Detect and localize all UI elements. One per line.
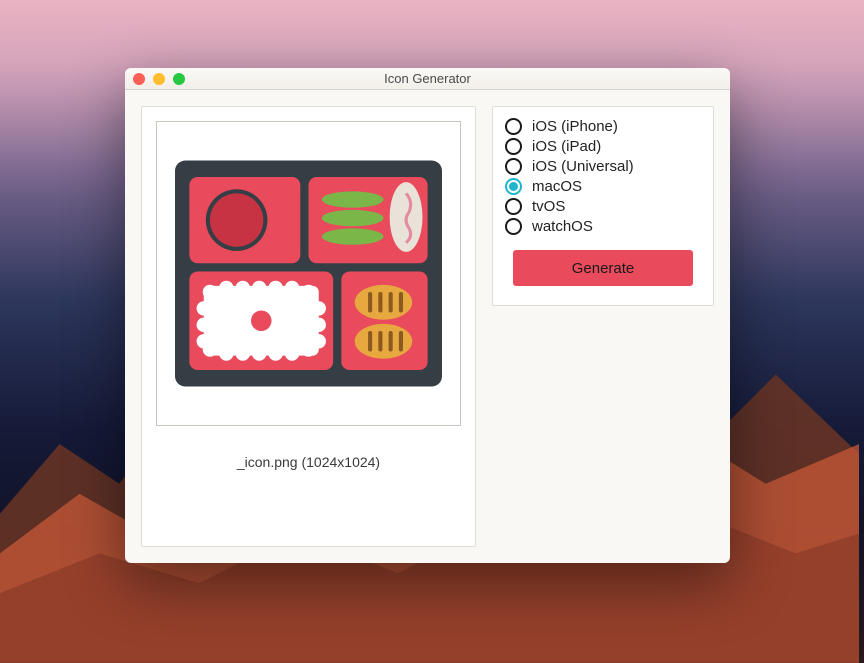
radio-button-icon bbox=[505, 158, 522, 175]
radio-button-icon bbox=[505, 218, 522, 235]
window-content: _icon.png (1024x1024) iOS (iPhone)iOS (i… bbox=[125, 90, 730, 563]
platform-radio-item[interactable]: macOS bbox=[505, 177, 701, 196]
bento-box-icon bbox=[175, 140, 442, 407]
radio-button-icon bbox=[505, 118, 522, 135]
zoom-button[interactable] bbox=[173, 73, 185, 85]
platform-radio-label: macOS bbox=[532, 178, 582, 195]
icon-preview-frame[interactable] bbox=[156, 121, 461, 426]
platform-radio-label: tvOS bbox=[532, 198, 565, 215]
platform-radio-item[interactable]: iOS (iPad) bbox=[505, 137, 701, 156]
generate-button[interactable]: Generate bbox=[513, 250, 693, 286]
minimize-button[interactable] bbox=[153, 73, 165, 85]
app-window: Icon Generator bbox=[125, 68, 730, 563]
window-controls bbox=[133, 73, 185, 85]
radio-button-icon bbox=[505, 198, 522, 215]
radio-button-icon bbox=[505, 138, 522, 155]
close-button[interactable] bbox=[133, 73, 145, 85]
platform-radio-item[interactable]: iOS (iPhone) bbox=[505, 117, 701, 136]
window-titlebar[interactable]: Icon Generator bbox=[125, 68, 730, 90]
platform-radio-label: iOS (Universal) bbox=[532, 158, 634, 175]
platform-radio-item[interactable]: watchOS bbox=[505, 217, 701, 236]
platform-radio-label: iOS (iPhone) bbox=[532, 118, 618, 135]
radio-button-icon bbox=[505, 178, 522, 195]
platform-radio-label: watchOS bbox=[532, 218, 593, 235]
platform-radio-item[interactable]: tvOS bbox=[505, 197, 701, 216]
options-panel: iOS (iPhone) iOS (iPad) iOS (Universal) mac… bbox=[492, 106, 714, 306]
preview-panel: _icon.png (1024x1024) bbox=[141, 106, 476, 547]
preview-filename: _icon.png (1024x1024) bbox=[237, 454, 380, 470]
window-title: Icon Generator bbox=[125, 71, 730, 86]
platform-radio-item[interactable]: iOS (Universal) bbox=[505, 157, 701, 176]
platform-radio-label: iOS (iPad) bbox=[532, 138, 601, 155]
platform-radio-group: iOS (iPhone) iOS (iPad) iOS (Universal) mac… bbox=[505, 117, 701, 236]
